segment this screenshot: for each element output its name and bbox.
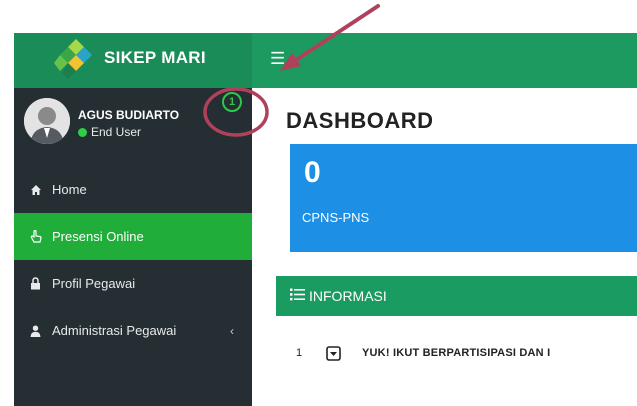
main-content: DASHBOARD 0 CPNS-PNS INFORMASI 1 YUK! IK… (252, 88, 637, 406)
info-row-text[interactable]: YUK! IKUT BERPARTISIPASI DAN I (362, 347, 550, 359)
stat-label: CPNS-PNS (302, 210, 370, 225)
hand-pointer-icon (30, 229, 52, 244)
brand[interactable]: SIKEP MARI (14, 33, 252, 88)
sidebar-item-label: Administrasi Pegawai (52, 323, 177, 338)
sidebar-item-label: Profil Pegawai (52, 276, 136, 291)
user-panel: AGUS BUDIARTO End User (14, 88, 252, 160)
info-panel-title: INFORMASI (309, 288, 387, 304)
logo-icon (54, 39, 92, 79)
avatar (24, 98, 70, 144)
list-item: 1 YUK! IKUT BERPARTISIPASI DAN I (276, 338, 637, 368)
online-status-icon (78, 127, 87, 137)
sidebar-menu: Home Presensi Online Profil Pegawai Admi… (14, 166, 252, 354)
app-name: SIKEP MARI (104, 48, 206, 67)
stat-box-cpns-pns[interactable]: 0 CPNS-PNS (290, 144, 637, 252)
lock-icon (30, 277, 52, 290)
user-role-label: End User (91, 125, 142, 139)
chevron-left-icon[interactable]: ‹ (230, 324, 234, 338)
list-icon (290, 288, 305, 304)
sidebar-item-home[interactable]: Home (14, 166, 252, 213)
info-panel-header: INFORMASI (276, 276, 637, 316)
user-role: End User (78, 125, 141, 139)
info-row-number: 1 (296, 347, 303, 359)
user-icon (30, 325, 52, 337)
notification-badge[interactable]: 1 (222, 92, 242, 112)
menu-toggle-icon[interactable]: ☰ (270, 49, 285, 69)
sidebar-item-label: Home (52, 182, 87, 197)
page-title: DASHBOARD (286, 108, 434, 133)
top-navbar: SIKEP MARI ☰ (14, 33, 637, 88)
sidebar-item-administrasi-pegawai[interactable]: Administrasi Pegawai ‹ (14, 307, 252, 354)
stat-value: 0 (304, 156, 321, 189)
sidebar-item-profil-pegawai[interactable]: Profil Pegawai (14, 260, 252, 307)
sidebar: AGUS BUDIARTO End User Home Presensi Onl… (14, 88, 252, 406)
sidebar-item-label: Presensi Online (52, 229, 144, 244)
user-name: AGUS BUDIARTO (78, 108, 180, 122)
home-icon (30, 184, 52, 196)
sidebar-item-presensi-online[interactable]: Presensi Online (14, 213, 252, 260)
expand-toggle-icon[interactable] (326, 345, 362, 361)
user-avatar-icon (24, 98, 70, 144)
